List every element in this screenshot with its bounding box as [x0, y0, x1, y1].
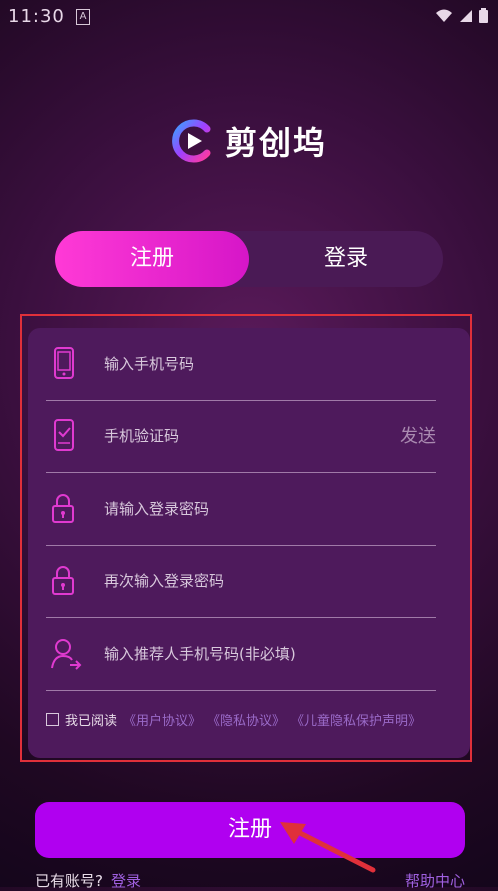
user-agreement-link[interactable]: 《用户协议》	[123, 710, 201, 729]
referrer-field	[46, 618, 436, 691]
verify-code-icon	[54, 419, 74, 451]
phone-field	[46, 328, 436, 401]
confirm-password-input[interactable]	[102, 565, 376, 597]
have-account-text: 已有账号?	[35, 872, 103, 890]
status-bar: 11:30 A	[0, 0, 498, 34]
user-share-icon	[51, 639, 82, 670]
wifi-icon	[435, 8, 453, 27]
battery-icon	[479, 8, 488, 27]
lock-icon	[52, 494, 74, 523]
app-name: 剪创坞	[224, 124, 327, 162]
register-button[interactable]: 注册	[35, 802, 465, 858]
privacy-agreement-link[interactable]: 《隐私协议》	[207, 710, 285, 729]
agreement-row: 我已阅读 《用户协议》 《隐私协议》 《儿童隐私保护声明》	[46, 710, 421, 729]
confirm-password-field	[46, 545, 436, 618]
agreement-checkbox[interactable]	[46, 713, 59, 726]
referrer-input[interactable]	[102, 638, 376, 670]
login-link[interactable]: 登录	[111, 872, 141, 890]
notification-icon: A	[76, 9, 90, 25]
help-center-link[interactable]: 帮助中心	[405, 870, 465, 891]
password-field	[46, 473, 436, 546]
password-input[interactable]	[102, 493, 376, 525]
code-input[interactable]	[102, 420, 376, 452]
tab-login[interactable]: 登录	[249, 231, 443, 287]
phone-icon	[54, 347, 74, 379]
auth-tabs: 注册 登录	[55, 231, 443, 287]
signal-icon	[459, 8, 473, 27]
app-logo-icon	[172, 119, 211, 163]
phone-input[interactable]	[102, 348, 376, 380]
status-icons	[435, 8, 488, 27]
footer-row: 已有账号? 登录 帮助中心	[35, 870, 465, 891]
status-time: 11:30	[8, 6, 65, 27]
lock-icon	[52, 566, 74, 595]
child-privacy-link[interactable]: 《儿童隐私保护声明》	[291, 710, 421, 729]
code-field: 发送	[46, 400, 436, 473]
app-logo: 剪创坞	[0, 118, 498, 164]
send-code-button[interactable]: 发送	[400, 422, 436, 448]
arrow-annotation	[280, 822, 376, 873]
agreement-prefix: 我已阅读	[65, 714, 118, 729]
tab-register[interactable]: 注册	[55, 231, 249, 287]
